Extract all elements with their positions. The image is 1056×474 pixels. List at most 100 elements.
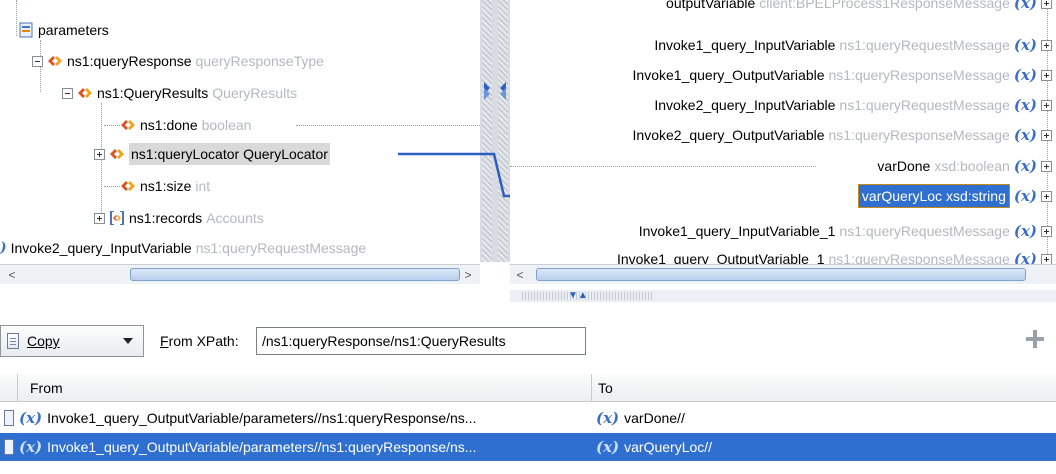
table-header-gutter xyxy=(0,374,18,402)
target-node-type: client:BPELProcess1ResponseMessage xyxy=(759,0,1010,11)
target-node-invoke2-output[interactable]: Invoke2_query_OutputVariable ns1:queryRe… xyxy=(633,124,1052,146)
tree-node-done[interactable]: ns1:done boolean xyxy=(120,114,251,136)
chevron-down-icon xyxy=(123,338,133,344)
to-cell: (x) varDone// xyxy=(592,404,1056,432)
copy-dropdown-button[interactable]: Copy xyxy=(0,325,144,357)
target-node-type: ns1:queryRequestMessage xyxy=(839,37,1010,53)
scroll-thumb[interactable] xyxy=(536,268,1026,281)
collapse-arrows-icon[interactable] xyxy=(483,78,507,102)
splitter-toggle-icon[interactable]: ▼▲ xyxy=(568,291,588,301)
target-node-invoke1-input[interactable]: Invoke1_query_InputVariable ns1:queryReq… xyxy=(654,34,1052,56)
target-node-type: ns1:queryRequestMessage xyxy=(839,223,1010,239)
horizontal-splitter[interactable]: ▼▲ xyxy=(510,290,1056,302)
target-node-invoke1-output[interactable]: Invoke1_query_OutputVariable ns1:queryRe… xyxy=(633,64,1052,86)
tree-node-type: boolean xyxy=(201,117,252,133)
column-header-from[interactable]: From xyxy=(24,374,592,402)
expand-icon[interactable] xyxy=(94,212,105,224)
target-node-invoke2-input[interactable]: Invoke2_query_InputVariable ns1:queryReq… xyxy=(654,94,1052,116)
variable-icon: (x) xyxy=(19,438,43,456)
target-node-invoke1-input-1[interactable]: Invoke1_query_InputVariable_1 ns1:queryR… xyxy=(639,220,1052,242)
target-tree-hscrollbar[interactable]: < xyxy=(510,264,1056,284)
tree-node-queryResponse[interactable]: ns1:queryResponse queryResponseType xyxy=(32,50,324,72)
separator-grip xyxy=(498,0,508,262)
target-node-outputVariable[interactable]: outputVariable client:BPELProcess1Respon… xyxy=(666,0,1052,14)
tree-node-label: ns1:records xyxy=(129,210,203,226)
variable-icon: (x) xyxy=(1013,66,1037,84)
panel-separator[interactable] xyxy=(480,0,510,262)
from-cell: (x) Invoke1_query_OutputVariable/paramet… xyxy=(0,404,592,432)
target-node-type: xsd:boolean xyxy=(934,158,1010,174)
expand-icon[interactable] xyxy=(1041,225,1052,237)
tree-node-label: ns1:QueryResults xyxy=(97,85,209,101)
copy-rule-icon xyxy=(4,439,14,455)
tree-node-parameters[interactable]: parameters xyxy=(18,19,109,41)
scroll-right-icon[interactable]: > xyxy=(460,267,476,283)
repeating-element-icon xyxy=(110,211,124,225)
collapse-icon[interactable] xyxy=(62,87,73,99)
column-header-to[interactable]: To xyxy=(592,374,1056,402)
target-node-label: outputVariable xyxy=(666,0,756,11)
mapping-stub xyxy=(296,125,480,126)
to-value: varQueryLoc// xyxy=(624,439,713,455)
target-node-label: Invoke1_query_InputVariable_1 xyxy=(638,223,836,239)
xpath-label: From XPath: xyxy=(160,333,239,349)
tree-node-label: ns1:queryLocator xyxy=(131,146,240,162)
expand-icon[interactable] xyxy=(1041,129,1052,141)
target-node-label: Invoke2_query_InputVariable xyxy=(654,97,836,113)
tree-node-type: ns1:queryRequestMessage xyxy=(195,240,367,256)
tree-node-QueryResults[interactable]: ns1:QueryResults QueryResults xyxy=(62,82,297,104)
expand-icon[interactable] xyxy=(1041,99,1052,111)
tree-node-label: ns1:done xyxy=(140,117,198,133)
scroll-left-icon[interactable]: < xyxy=(512,267,528,283)
variable-icon: (x) xyxy=(1013,187,1037,205)
target-node-label: varDone xyxy=(877,158,931,174)
expand-icon[interactable] xyxy=(1041,0,1052,9)
tree-node-type: Accounts xyxy=(206,210,264,226)
from-cell: (x) Invoke1_query_OutputVariable/paramet… xyxy=(0,433,592,461)
target-node-varQueryLoc[interactable]: varQueryLoc xsd:string (x) xyxy=(857,184,1052,208)
tree-node-size[interactable]: ns1:size int xyxy=(120,175,210,197)
element-icon xyxy=(110,149,124,159)
scroll-left-icon[interactable]: < xyxy=(4,267,20,283)
mapping-toolbar: Copy From XPath: /ns1:queryResponse/ns1:… xyxy=(0,318,1056,364)
table-row-selected[interactable]: (x) Invoke1_query_OutputVariable/paramet… xyxy=(0,433,1056,461)
element-icon xyxy=(78,88,92,98)
tree-node-type: QueryLocator xyxy=(243,146,328,162)
copy-label: Copy xyxy=(27,333,60,349)
tree-node-queryLocator[interactable]: ns1:queryLocator QueryLocator xyxy=(94,143,330,165)
tree-guide xyxy=(104,186,120,187)
expand-icon[interactable] xyxy=(1041,39,1052,51)
target-node-type: ns1:queryRequestMessage xyxy=(839,97,1010,113)
source-tree-hscrollbar[interactable]: < > xyxy=(0,264,480,284)
xpath-field[interactable]: /ns1:queryResponse/ns1:QueryResults xyxy=(256,327,586,355)
expand-icon[interactable] xyxy=(94,148,105,160)
target-node-type: ns1:queryResponseMessage xyxy=(828,67,1010,83)
copy-rule-icon xyxy=(4,410,14,426)
expand-icon[interactable] xyxy=(1041,253,1052,265)
variable-icon: (x) xyxy=(1013,222,1037,240)
tree-node-type: queryResponseType xyxy=(195,53,324,69)
to-cell: (x) varQueryLoc// xyxy=(592,433,1056,461)
target-node-label: Invoke1_query_InputVariable xyxy=(654,37,836,53)
tree-guide xyxy=(16,0,17,36)
tree-node-records[interactable]: ns1:records Accounts xyxy=(94,207,264,229)
tree-node-invoke2-input[interactable]: ) Invoke2_query_InputVariable ns1:queryR… xyxy=(0,236,366,258)
source-tree-panel: parameters ns1:queryResponse queryRespon… xyxy=(0,0,480,290)
target-tree-panel: outputVariable client:BPELProcess1Respon… xyxy=(510,0,1056,290)
expand-icon[interactable] xyxy=(1041,69,1052,81)
tree-node-type: QueryResults xyxy=(212,85,298,101)
element-icon xyxy=(121,120,135,130)
expand-icon[interactable] xyxy=(1041,190,1052,202)
add-icon[interactable] xyxy=(1026,330,1044,348)
target-node-varDone[interactable]: varDone xsd:boolean (x) xyxy=(877,155,1052,177)
tree-node-label: ns1:queryResponse xyxy=(67,53,192,69)
target-node-label: Invoke2_query_OutputVariable xyxy=(632,127,825,143)
variable-icon: (x) xyxy=(596,409,620,427)
scroll-thumb[interactable] xyxy=(130,268,460,281)
copy-icon xyxy=(7,333,19,349)
table-row[interactable]: (x) Invoke1_query_OutputVariable/paramet… xyxy=(0,404,1056,432)
table-header: From To xyxy=(0,374,1056,402)
expand-icon[interactable] xyxy=(1041,160,1052,172)
mapping-table: From To (x) Invoke1_query_OutputVariable… xyxy=(0,374,1056,474)
collapse-icon[interactable] xyxy=(32,55,43,67)
